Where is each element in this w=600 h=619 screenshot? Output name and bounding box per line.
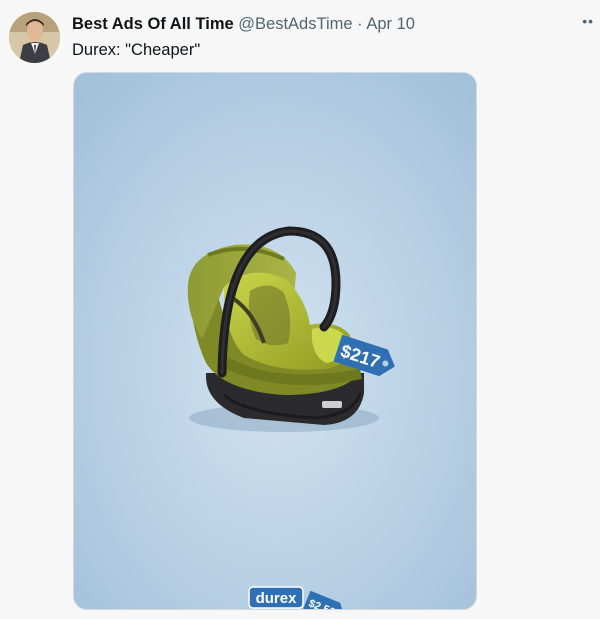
author-name[interactable]: Best Ads Of All Time	[72, 15, 234, 33]
ad-illustration: $217 durex $2.50	[74, 73, 476, 609]
separator: ·	[357, 15, 363, 33]
car-seat-illustration	[187, 226, 364, 425]
avatar-image	[9, 12, 60, 63]
tweet-text: Durex: "Cheaper"	[72, 41, 201, 59]
more-options-icon[interactable]: ••	[582, 13, 594, 29]
tweet-header: Best Ads Of All Time @BestAdsTime · Apr …	[72, 14, 415, 34]
tweet-date[interactable]: Apr 10	[366, 15, 415, 33]
author-handle[interactable]: @BestAdsTime	[238, 15, 352, 33]
tweet-card: Best Ads Of All Time @BestAdsTime · Apr …	[0, 0, 600, 619]
durex-logo-text: durex	[256, 590, 298, 607]
durex-logo: durex	[248, 586, 304, 609]
tweet-media-image[interactable]: $217 durex $2.50	[73, 72, 477, 610]
avatar[interactable]	[9, 12, 60, 63]
